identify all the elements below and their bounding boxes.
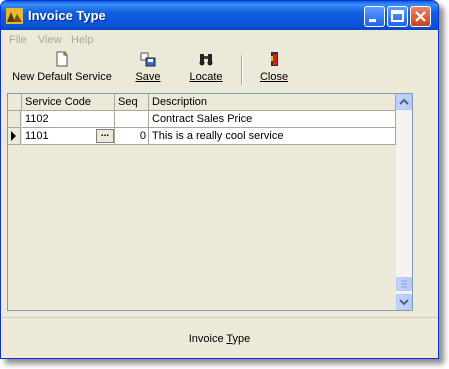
close-label: Close [259, 71, 289, 83]
minimize-button[interactable] [364, 6, 385, 27]
row-indicator[interactable] [8, 128, 21, 145]
close-window-button[interactable] [410, 6, 431, 27]
binoculars-icon [199, 54, 213, 66]
grip-icon [401, 280, 407, 288]
save-label: Save [135, 71, 161, 83]
minimize-icon [369, 19, 376, 22]
seq-cell[interactable]: 0 [115, 128, 149, 145]
lookup-ellipsis-button[interactable]: ... [96, 129, 114, 143]
current-row-arrow-icon [11, 131, 16, 141]
menu-view[interactable]: View [38, 34, 62, 46]
close-icon [415, 11, 426, 22]
table-row[interactable]: 1102 Contract Sales Price [8, 111, 412, 128]
menu-bar: File View Help [1, 30, 438, 51]
table-row[interactable]: 1101 ... 0 This is a really cool service [8, 128, 412, 145]
seq-cell[interactable] [115, 111, 149, 128]
invoice-type-window: Invoice Type File View Help New Default … [0, 0, 439, 359]
locate-label: Locate [189, 71, 223, 83]
scroll-up-button[interactable] [396, 94, 412, 110]
menu-file[interactable]: File [9, 34, 27, 46]
window-title: Invoice Type [28, 8, 106, 23]
scroll-down-button[interactable] [396, 294, 412, 310]
status-bar: Invoice Type [1, 317, 438, 358]
vertical-scrollbar[interactable] [396, 94, 412, 310]
row-header-corner [8, 94, 22, 111]
service-code-value: 1101 [25, 130, 49, 142]
chevron-down-icon [399, 299, 409, 306]
service-code-cell[interactable]: 1102 [22, 111, 115, 128]
title-bar[interactable]: Invoice Type [1, 1, 438, 30]
column-header-description[interactable]: Description [149, 94, 396, 111]
new-default-service-button[interactable]: New Default Service [7, 51, 117, 89]
service-code-cell[interactable]: 1101 ... [22, 128, 115, 145]
save-icon [140, 52, 156, 67]
menu-help[interactable]: Help [71, 34, 94, 46]
row-indicator[interactable] [8, 111, 21, 128]
description-cell[interactable]: This is a really cool service [149, 128, 396, 145]
status-text: Invoice Type [188, 333, 251, 345]
maximize-icon [391, 10, 404, 22]
new-default-service-label: New Default Service [12, 71, 112, 83]
toolbar: New Default Service Save Locate Close [1, 51, 438, 91]
maximize-button[interactable] [387, 6, 408, 27]
new-document-icon [56, 51, 68, 67]
scroll-thumb[interactable] [396, 277, 412, 291]
column-header-service-code[interactable]: Service Code [22, 94, 115, 111]
toolbar-separator [241, 55, 243, 85]
exit-door-icon [271, 52, 278, 66]
chevron-up-icon [399, 98, 409, 105]
service-grid: Service Code Seq Description 1102 Contra… [7, 93, 413, 311]
column-header-seq[interactable]: Seq [115, 94, 149, 111]
description-cell[interactable]: Contract Sales Price [149, 111, 396, 128]
app-icon [6, 8, 23, 24]
locate-button[interactable]: Locate [184, 51, 228, 89]
close-button[interactable]: Close [253, 51, 295, 89]
save-button[interactable]: Save [127, 51, 169, 89]
